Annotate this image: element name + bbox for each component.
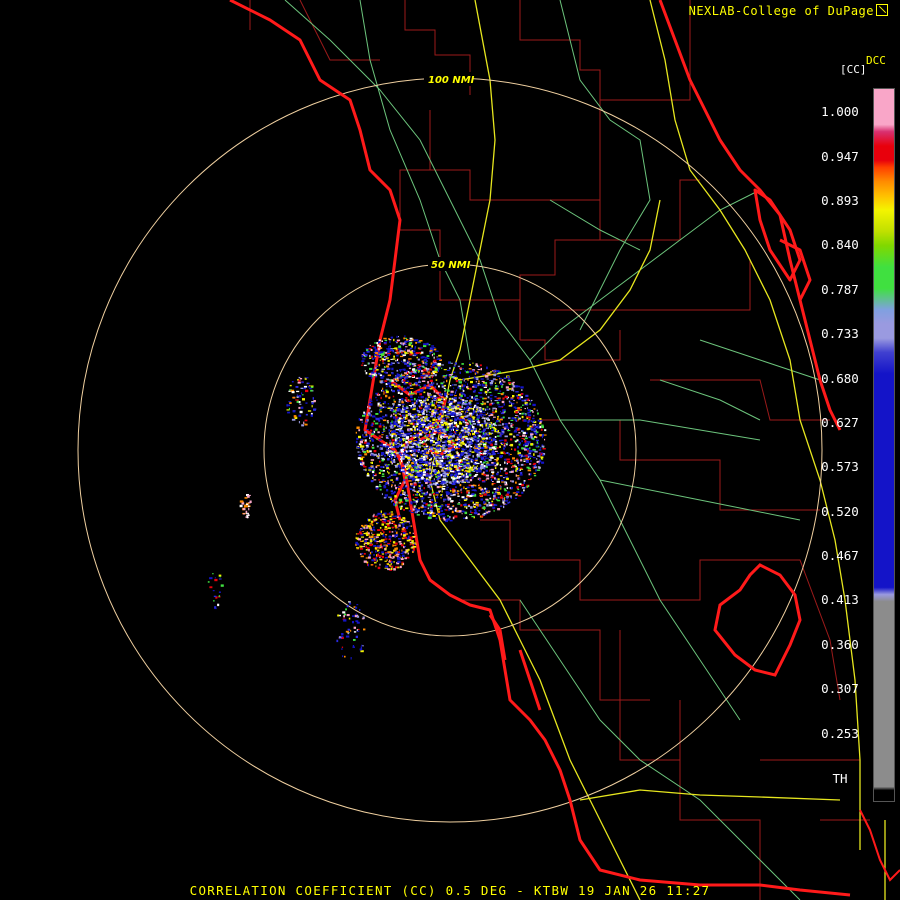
color-scale-tick: 1.000 <box>821 104 859 119</box>
color-scale-tick: 0.413 <box>821 592 859 607</box>
color-scale-tick: 0.627 <box>821 415 859 430</box>
color-scale-tick: 0.787 <box>821 282 859 297</box>
color-scale-tick: 0.680 <box>821 371 859 386</box>
radar-map: 100 NMI 50 NMI <box>0 0 900 900</box>
color-scale-tick: 0.307 <box>821 681 859 696</box>
product-title: CORRELATION COEFFICIENT (CC) 0.5 DEG - K… <box>189 883 711 898</box>
color-scale-tick: 0.360 <box>821 637 859 652</box>
color-scale-tick: 0.840 <box>821 237 859 252</box>
color-scale-tick: 0.947 <box>821 149 859 164</box>
credit-label: NEXLAB-College of DuPage <box>688 4 874 18</box>
color-scale-tick: TH <box>832 771 848 786</box>
color-scale-tick: 0.573 <box>821 459 859 474</box>
color-scale-tick: 0.520 <box>821 504 859 519</box>
color-scale-tick: 0.733 <box>821 326 859 341</box>
product-code: DCC <box>866 54 886 67</box>
range-ring-label-100: 100 NMI <box>428 75 475 86</box>
legend-unit: [CC] <box>840 63 867 76</box>
color-scale-bar <box>873 88 895 802</box>
color-scale-tick: 0.467 <box>821 548 859 563</box>
range-ring-label-50: 50 NMI <box>431 260 471 271</box>
external-link-icon[interactable] <box>876 4 888 16</box>
color-scale-tick: 0.253 <box>821 726 859 741</box>
credit: NEXLAB-College of DuPage <box>689 4 888 18</box>
color-scale-tick: 0.893 <box>821 193 859 208</box>
